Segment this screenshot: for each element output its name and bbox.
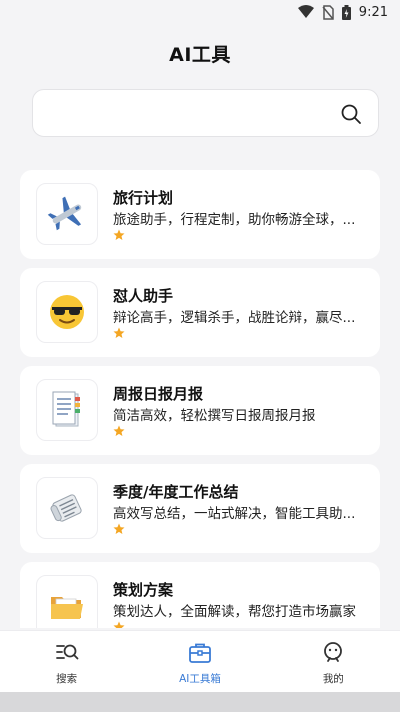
star-icon [113, 229, 125, 240]
tool-thumbnail [36, 477, 98, 539]
tool-thumbnail [36, 281, 98, 343]
tool-thumbnail [36, 379, 98, 441]
search-icon[interactable] [340, 103, 362, 125]
tool-card-roast[interactable]: 怼人助手 辩论高手，逻辑杀手，战胜论辩，赢尽... [20, 268, 380, 357]
tab-label: AI工具箱 [179, 673, 221, 685]
no-sim-icon [322, 4, 334, 20]
newspaper-icon [50, 494, 82, 522]
tab-search[interactable]: 搜索 [0, 631, 133, 693]
page-title: AI工具 [169, 44, 231, 66]
profile-icon [324, 642, 343, 662]
tool-name: 怼人助手 [113, 287, 174, 305]
star-icon [113, 621, 125, 628]
tool-thumbnail [36, 183, 98, 245]
tool-name: 周报日报月报 [113, 385, 204, 403]
wifi-icon [297, 5, 314, 18]
tab-label: 搜索 [56, 673, 78, 685]
document-icon [52, 391, 80, 427]
tab-profile[interactable]: 我的 [267, 631, 400, 693]
toolbox-icon [189, 643, 211, 663]
tool-description: 辩论高手，逻辑杀手，战胜论辩，赢尽... [113, 310, 356, 326]
status-bar: 9:21 [0, 0, 400, 24]
folder-icon [51, 597, 83, 619]
airplane-icon [47, 196, 82, 231]
tool-thumbnail [36, 575, 98, 628]
system-navigation-bar [0, 692, 400, 712]
star-icon [113, 327, 125, 338]
tool-card-planning[interactable]: 策划方案 策划达人，全面解读，帮您打造市场赢家 [20, 562, 380, 628]
status-time: 9:21 [358, 4, 388, 20]
tool-card-travel[interactable]: 旅行计划 旅途助手，行程定制，助你畅游全球，... [20, 170, 380, 259]
tool-name: 旅行计划 [113, 189, 174, 207]
tool-list[interactable]: 旅行计划 旅途助手，行程定制，助你畅游全球，... 怼人助手 辩论高手，逻辑杀手… [20, 170, 380, 628]
tool-description: 简洁高效，轻松撰写日报周报月报 [113, 408, 316, 424]
search-bar[interactable] [32, 89, 379, 137]
tool-card-summary[interactable]: 季度/年度工作总结 高效写总结，一站式解决，智能工具助... [20, 464, 380, 553]
tool-description: 旅途助手，行程定制，助你畅游全球，... [113, 212, 356, 228]
tool-name: 策划方案 [113, 581, 174, 599]
search-input[interactable] [47, 100, 331, 128]
tab-ai-toolbox[interactable]: AI工具箱 [133, 631, 266, 693]
tab-label: 我的 [322, 673, 344, 685]
battery-icon [341, 4, 351, 20]
tool-description: 高效写总结，一站式解决，智能工具助... [113, 506, 356, 522]
tool-description: 策划达人，全面解读，帮您打造市场赢家 [113, 604, 356, 620]
star-icon [113, 523, 125, 534]
bottom-tab-bar: 搜索 AI工具箱 我的 [0, 630, 400, 693]
tool-name: 季度/年度工作总结 [113, 483, 239, 501]
sunglasses-face-icon [50, 295, 84, 329]
star-icon [113, 425, 125, 436]
tool-card-report[interactable]: 周报日报月报 简洁高效，轻松撰写日报周报月报 [20, 366, 380, 455]
search-list-icon [55, 644, 79, 660]
